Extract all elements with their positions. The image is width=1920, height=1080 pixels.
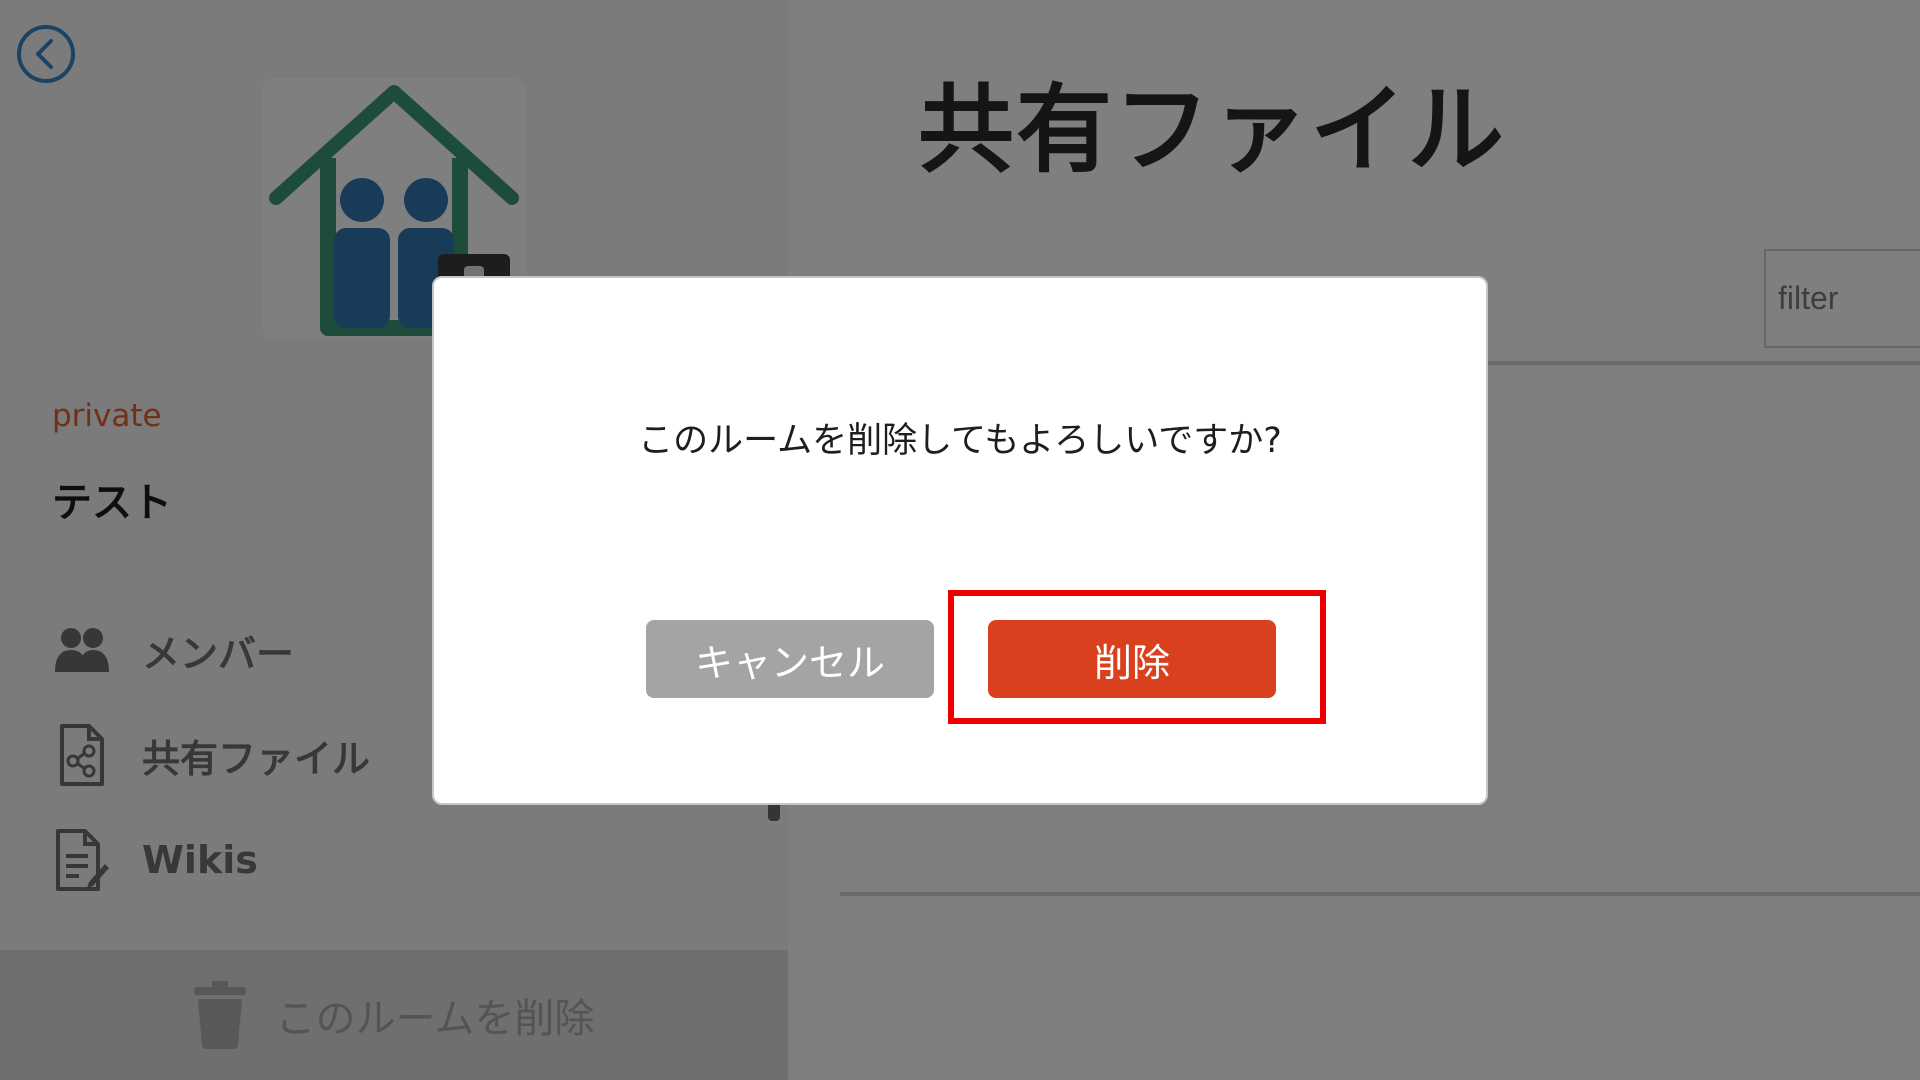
cancel-button[interactable]: キャンセル (646, 620, 934, 698)
highlight-frame (948, 590, 1326, 724)
dialog-message: このルームを削除してもよろしいですか? (638, 421, 1282, 461)
confirm-delete-dialog: このルームを削除してもよろしいですか? キャンセル 削除 (432, 276, 1488, 805)
